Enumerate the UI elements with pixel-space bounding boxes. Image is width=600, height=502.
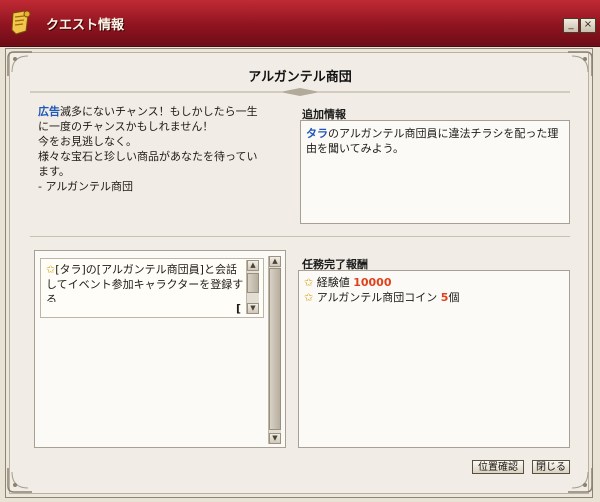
scroll-down-icon[interactable]: ▼ [247,303,259,314]
objective-item-scrollbar[interactable]: ▲ ▼ [246,260,259,314]
ad-line: - アルガンテル商団 [38,180,134,193]
minimize-button[interactable]: _ [563,18,579,33]
objective-text: ✩[タラ]の[アルガンテル商団員]と会話してイベント参加キャラクターを登録する [46,263,244,302]
scroll-down-icon[interactable]: ▼ [269,433,281,444]
npc-name-link[interactable]: タラ [306,127,328,140]
ad-line: 今をお見逃しなく。 [38,135,137,148]
scroll-icon [11,10,31,35]
close-window-button[interactable]: × [580,18,596,33]
scroll-thumb[interactable] [247,273,259,293]
close-button[interactable]: 閉じる [532,460,570,474]
extra-info-text: タラのアルガンテル商団員に違法チラシを配った理由を聞いてみよう。 [306,127,559,155]
objective-panel-scrollbar[interactable]: ▲ ▼ [268,256,281,444]
position-check-button[interactable]: 位置確認 [472,460,524,474]
reward-amount: 10000 [353,276,392,289]
reward-suffix: 個 [448,291,460,304]
quest-description: 広告滅多にないチャンス！もしかしたら一生 に一度のチャンスかもしれません！ 今を… [38,104,294,194]
ad-tag: 広告 [38,105,60,118]
star-icon: ✩ [304,291,314,304]
star-icon: ✩ [46,263,56,276]
ad-line: 滅多にないチャンス！もしかしたら一生 [60,105,258,118]
section-divider [30,236,570,237]
ad-line: ます。 [38,165,70,178]
corner-ornament-icon [568,468,593,493]
quest-title: アルガンテル商団 [248,70,352,85]
reward-item: ✩ 経験値 10000 [304,276,392,290]
ad-line: 様々な宝石と珍しい商品があなたを待ってい [38,150,258,163]
corner-ornament-icon [7,468,32,493]
reward-item: ✩ アルガンテル商団コイン 5個 [304,291,459,305]
scroll-thumb[interactable] [269,268,281,430]
reward-label: 経験値 [316,276,350,289]
scroll-up-icon[interactable]: ▲ [247,260,259,271]
window-title: クエスト情報 [46,18,125,33]
star-icon: ✩ [304,276,314,289]
ad-line: に一度のチャンスかもしれません！ [38,120,214,133]
scroll-up-icon[interactable]: ▲ [269,256,281,267]
title-divider [30,88,570,96]
title-bar[interactable]: クエスト情報 _ × [0,0,600,47]
reward-label: アルガンテル商団コイン [316,291,438,304]
